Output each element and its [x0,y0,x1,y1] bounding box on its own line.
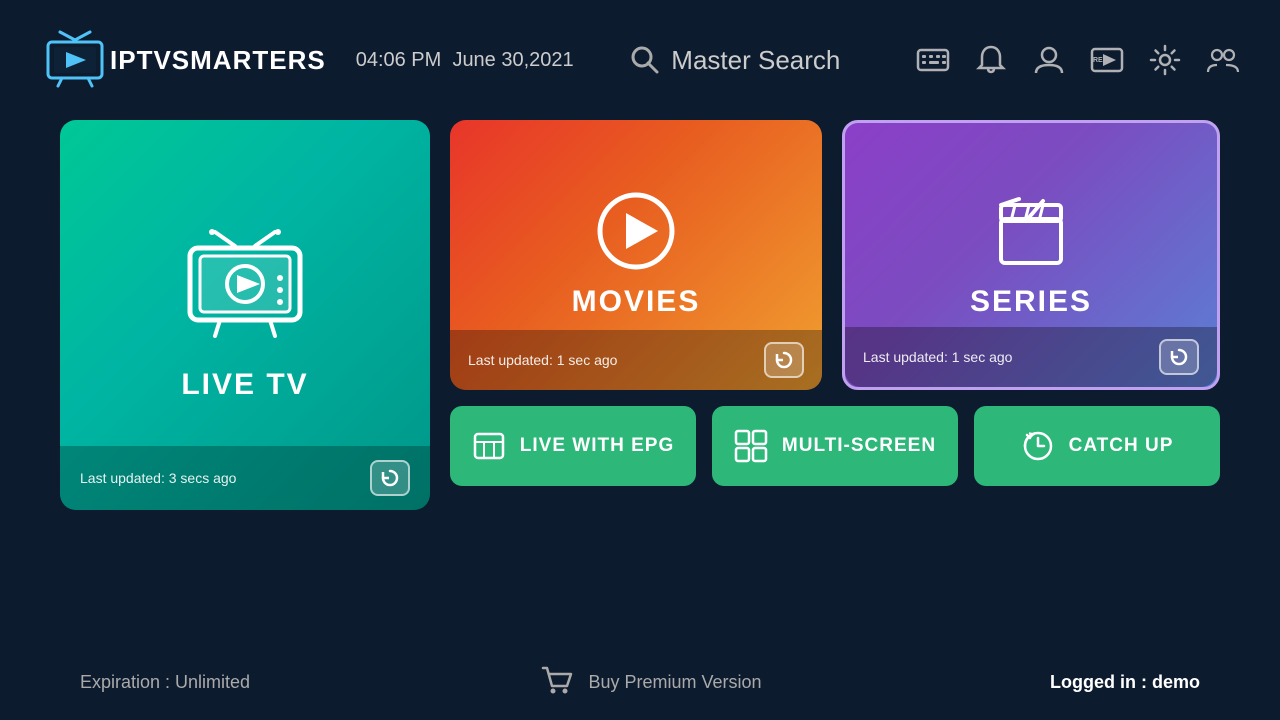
live-epg-button[interactable]: LIVE WITH EPG [450,406,696,486]
search-bar[interactable]: Master Search [629,44,840,76]
catch-up-button[interactable]: CATCH UP [974,406,1220,486]
live-tv-icon [180,228,310,348]
live-tv-footer: Last updated: 3 secs ago [60,446,430,510]
live-epg-icon [472,429,506,463]
movies-card[interactable]: MOVIES Last updated: 1 sec ago [450,120,822,390]
svg-text:REC: REC [1093,57,1108,64]
header-icons: REC [916,43,1240,77]
datetime: 04:06 PM June 30,2021 [356,49,574,72]
main-content: LIVE TV Last updated: 3 secs ago MOVIES [0,120,1280,510]
logged-in-text: Logged in : demo [1050,672,1200,693]
cart-icon [539,664,575,700]
search-label: Master Search [671,45,840,76]
logo-area: IPTVSMARTERS [40,30,326,90]
catch-up-icon [1021,429,1055,463]
header: IPTVSMARTERS 04:06 PM June 30,2021 Maste… [0,0,1280,120]
multi-screen-icon [734,429,768,463]
series-title: SERIES [970,285,1092,319]
live-tv-title: LIVE TV [181,368,308,402]
multi-screen-label: MULTI-SCREEN [782,435,936,457]
movies-play-icon [596,191,676,271]
page-footer: Expiration : Unlimited Buy Premium Versi… [0,664,1280,700]
buy-premium-label: Buy Premium Version [589,672,762,693]
bottom-buttons-row: LIVE WITH EPG MULTI-SCREEN [450,406,1220,486]
live-epg-label: LIVE WITH EPG [520,435,674,457]
movies-last-updated: Last updated: 1 sec ago [468,352,617,368]
movies-refresh-button[interactable] [764,342,804,378]
logo-icon [40,30,110,90]
refresh-icon [379,467,401,489]
keyboard-icon[interactable] [916,43,950,77]
record-icon[interactable]: REC [1090,43,1124,77]
live-tv-refresh-button[interactable] [370,460,410,496]
notification-icon[interactable] [974,43,1008,77]
series-refresh-button[interactable] [1159,339,1199,375]
catch-up-label: CATCH UP [1069,435,1174,457]
search-icon [629,44,661,76]
series-footer: Last updated: 1 sec ago [845,327,1217,387]
series-last-updated: Last updated: 1 sec ago [863,349,1012,365]
movies-footer: Last updated: 1 sec ago [450,330,822,390]
series-card[interactable]: SERIES Last updated: 1 sec ago [842,120,1220,390]
user-icon[interactable] [1032,43,1066,77]
live-tv-card[interactable]: LIVE TV Last updated: 3 secs ago [60,120,430,510]
buy-premium-button[interactable]: Buy Premium Version [539,664,762,700]
series-clapper-icon [991,191,1071,271]
right-column: MOVIES Last updated: 1 sec ago [450,120,1220,486]
movies-title: MOVIES [572,285,701,319]
series-refresh-icon [1168,346,1190,368]
top-row: MOVIES Last updated: 1 sec ago [450,120,1220,390]
switch-user-icon[interactable] [1206,43,1240,77]
settings-icon[interactable] [1148,43,1182,77]
live-tv-last-updated: Last updated: 3 secs ago [80,470,236,486]
multi-screen-button[interactable]: MULTI-SCREEN [712,406,958,486]
expiration-text: Expiration : Unlimited [80,672,250,693]
movies-refresh-icon [773,349,795,371]
logo-text: IPTVSMARTERS [110,45,326,76]
